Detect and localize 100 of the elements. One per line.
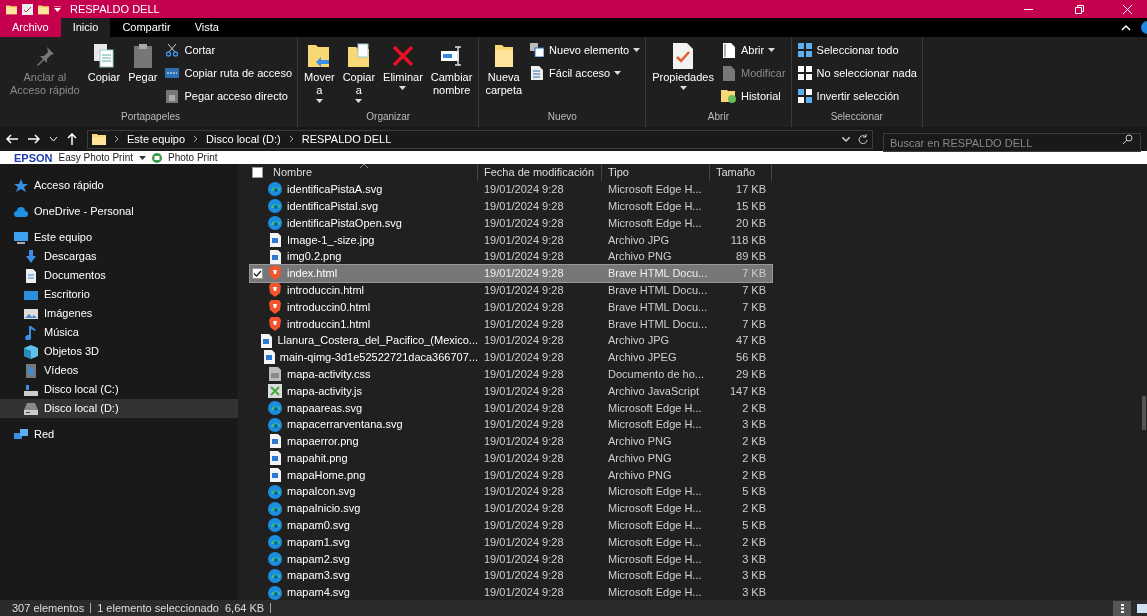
file-row[interactable]: mapam0.svg 19/01/2024 9:28 Microsoft Edge H... 5 KB [250,516,772,534]
file-row[interactable]: mapaerror.png 19/01/2024 9:28 Archivo PNG 2 KB [250,432,772,450]
file-row[interactable]: Image-1_-size.jpg 19/01/2024 9:28 Archivo JPG 118 KB [250,231,772,249]
file-row[interactable]: mapam4.svg 19/01/2024 9:28 Microsoft Edge H... 3 KB [250,584,772,600]
file-row[interactable]: mapaareas.svg 19/01/2024 9:28 Microsoft Edge H... 2 KB [250,399,772,417]
ribbon-button[interactable]: Fácil acceso [527,63,643,83]
ribbon-button[interactable]: Cambiar nombre [427,37,476,109]
ribbon-button[interactable]: Cortar [162,40,295,60]
file-row[interactable]: introduccin.html 19/01/2024 9:28 Brave HTML Docu... 7 KB [250,281,772,299]
file-row[interactable]: Llanura_Costera_del_Pacifico_(Mexico... 19/01/2024 9:28 Archivo JPG 47 KB [250,332,772,349]
column-header[interactable]: Fecha de modificación [478,164,602,181]
nav-item[interactable]: Imágenes [0,304,238,323]
ribbon-button[interactable]: Nueva carpeta [482,37,526,109]
ribbon-button[interactable]: Historial [719,86,788,106]
file-row[interactable]: identificaPistaA.svg 19/01/2024 9:28 Microsoft Edge H... 17 KB [250,181,772,198]
file-row[interactable]: mapaInicio.svg 19/01/2024 9:28 Microsoft Edge H... 2 KB [250,500,772,517]
caret-icon [679,86,687,90]
file-row[interactable]: mapam1.svg 19/01/2024 9:28 Microsoft Edge H... 2 KB [250,533,772,551]
chevron-down-icon[interactable] [842,136,850,142]
nav-item[interactable]: Red [0,425,238,444]
ribbon-button[interactable]: Copiar a [339,37,379,109]
details-view-button[interactable] [1113,600,1131,616]
breadcrumb[interactable]: RESPALDO DELL [301,130,392,148]
address-bar[interactable]: Este equipo Disco local (D:) RESPALDO DELL [87,129,873,149]
file-row[interactable]: mapa-activity.js 19/01/2024 9:28 Archivo JavaScript 147 KB [250,382,772,400]
file-row[interactable]: main-qimg-3d1e52522721daca366707... 19/01/2024 9:28 Archivo JPEG 56 KB [250,348,772,366]
nav-item[interactable]: Objetos 3D [0,342,238,361]
ribbon-button[interactable]: No seleccionar nada [794,63,919,83]
toolbar-button[interactable]: Easy Photo Print [58,151,133,164]
ribbon-button[interactable]: Propiedades [649,37,717,109]
file-row[interactable]: mapam2.svg 19/01/2024 9:28 Microsoft Edge H... 3 KB [250,550,772,568]
collapse-ribbon-icon[interactable] [1121,24,1131,31]
ribbon-button[interactable]: Nuevo elemento [527,40,643,60]
file-row[interactable]: identificaPistaI.svg 19/01/2024 9:28 Microsoft Edge H... 15 KB [250,197,772,215]
file-row[interactable]: mapam3.svg 19/01/2024 9:28 Microsoft Edge H... 3 KB [250,567,772,585]
file-name: introduccin0.html [287,299,371,315]
file-row[interactable]: introduccin0.html 19/01/2024 9:28 Brave HTML Docu... 7 KB [250,298,772,316]
column-header[interactable]: Tamaño [710,164,772,181]
forward-arrow-icon[interactable] [28,134,40,144]
file-name: mapahit.png [287,450,348,466]
ribbon-button[interactable]: Abrir [719,40,788,60]
nav-item[interactable]: Descargas [0,247,238,266]
edge-icon [268,551,282,566]
file-row[interactable]: mapacerrarventana.svg 19/01/2024 9:28 Microsoft Edge H... 3 KB [250,416,772,433]
toolbar-button[interactable]: Photo Print [168,151,218,164]
ribbon-tab[interactable]: Compartir [110,18,183,37]
size-cell-text: 2 KB [741,450,767,466]
breadcrumb[interactable]: Disco local (D:) [206,130,281,148]
ribbon-button[interactable]: Copiar [84,37,124,109]
caret-icon [355,99,363,103]
back-arrow-icon[interactable] [6,134,18,144]
nav-item[interactable]: Música [0,323,238,342]
large-icons-view-icon[interactable] [1137,603,1147,613]
nav-item[interactable]: Este equipo [0,228,238,247]
refresh-icon[interactable] [858,134,868,144]
nav-item[interactable]: Disco local (D:) [0,399,238,418]
file-row[interactable]: index.html 19/01/2024 9:28 Brave HTML Docu... 7 KB [250,265,772,282]
file-row[interactable]: img0.2.png 19/01/2024 9:28 Archivo PNG 89 KB [250,248,772,265]
ribbon-button[interactable]: Seleccionar todo [794,40,919,60]
ribbon-button[interactable]: Pegar acceso directo [162,86,295,106]
file-row[interactable]: introduccin1.html 19/01/2024 9:28 Brave HTML Docu... 7 KB [250,315,772,333]
file-row[interactable]: mapaHome.png 19/01/2024 9:28 Archivo PNG 2 KB [250,466,772,484]
ribbon-tab[interactable]: Inicio [60,18,111,37]
file-row[interactable]: identificaPistaOpen.svg 19/01/2024 9:28 Microsoft Edge H... 20 KB [250,214,772,232]
scrollbar-thumb[interactable] [1142,396,1146,430]
group-label: Abrir [706,110,730,124]
nav-item[interactable]: Vídeos [0,361,238,380]
ribbon-button[interactable]: Invertir selección [794,86,919,106]
recent-locations-icon[interactable] [50,137,57,141]
select-all-checkbox[interactable] [252,167,263,178]
nav-item[interactable]: OneDrive - Personal [0,202,238,221]
up-arrow-icon[interactable] [67,133,77,145]
file-row[interactable]: mapaIcon.svg 19/01/2024 9:28 Microsoft Edge H... 5 KB [250,483,772,501]
file-menu-tab[interactable]: Archivo [0,18,61,37]
help-icon[interactable] [1141,21,1147,34]
file-row[interactable]: mapahit.png 19/01/2024 9:28 Archivo PNG 2 KB [250,449,772,467]
column-header[interactable]: Tipo [602,164,710,181]
caret-icon[interactable] [139,155,146,160]
size-cell-text: 2 KB [741,534,767,550]
ribbon-button[interactable]: Pegar [125,37,161,109]
nav-item[interactable]: Escritorio [0,285,238,304]
size-cell-text: 3 KB [741,417,767,433]
ribbon-tab[interactable]: Vista [182,18,231,37]
file-name: introduccin.html [287,282,365,298]
nav-item[interactable]: Acceso rápido [0,176,238,195]
date-cell-text: 19/01/2024 9:28 [483,198,565,214]
search-field[interactable]: Buscar en RESPALDO DELL [883,133,1141,152]
type-cell-text: Microsoft Edge H... [607,585,703,600]
ribbon-button[interactable]: Copiar ruta de acceso [162,63,295,83]
image-file-icon [269,232,281,247]
nav-item[interactable]: Documentos [0,266,238,285]
file-row[interactable]: mapa-activity.css 19/01/2024 9:28 Documento de ho... 29 KB [250,365,772,383]
checkbox[interactable] [252,267,263,279]
nav-item[interactable]: Disco local (C:) [0,380,238,399]
column-header[interactable]: Nombre [273,164,313,181]
date-cell-text: 19/01/2024 9:28 [483,417,565,433]
delete-icon [391,45,414,67]
ribbon-button[interactable]: Mover a [301,37,338,109]
ribbon-button[interactable]: Eliminar [380,37,426,109]
breadcrumb[interactable]: Este equipo [127,130,186,148]
